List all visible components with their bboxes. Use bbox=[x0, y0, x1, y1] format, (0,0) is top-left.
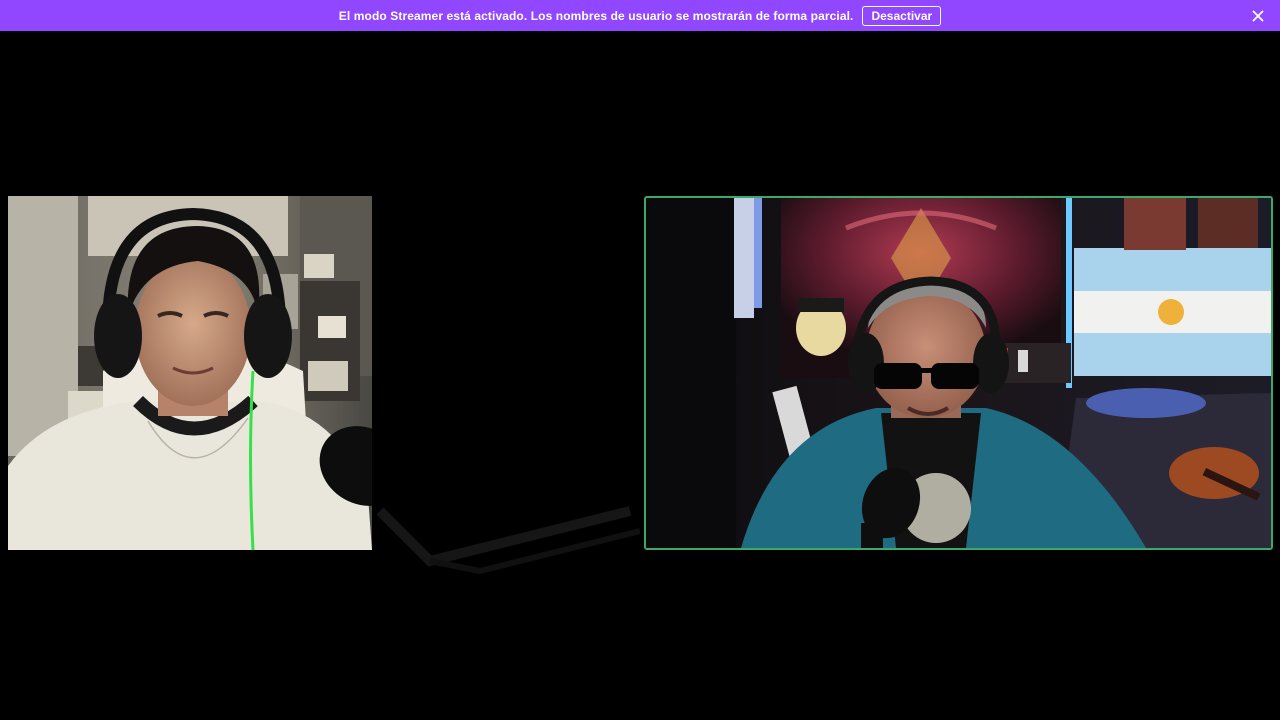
deactivate-button[interactable]: Desactivar bbox=[862, 5, 942, 26]
participant-video-2[interactable] bbox=[644, 196, 1273, 550]
streamer-mode-banner: El modo Streamer está activado. Los nomb… bbox=[0, 0, 1280, 31]
mic-arm-graphic bbox=[376, 506, 640, 575]
call-stage bbox=[0, 31, 1280, 720]
participant-video-1[interactable] bbox=[8, 196, 372, 550]
streamer-mode-message: El modo Streamer está activado. Los nomb… bbox=[338, 8, 854, 23]
close-icon[interactable] bbox=[1250, 8, 1266, 24]
